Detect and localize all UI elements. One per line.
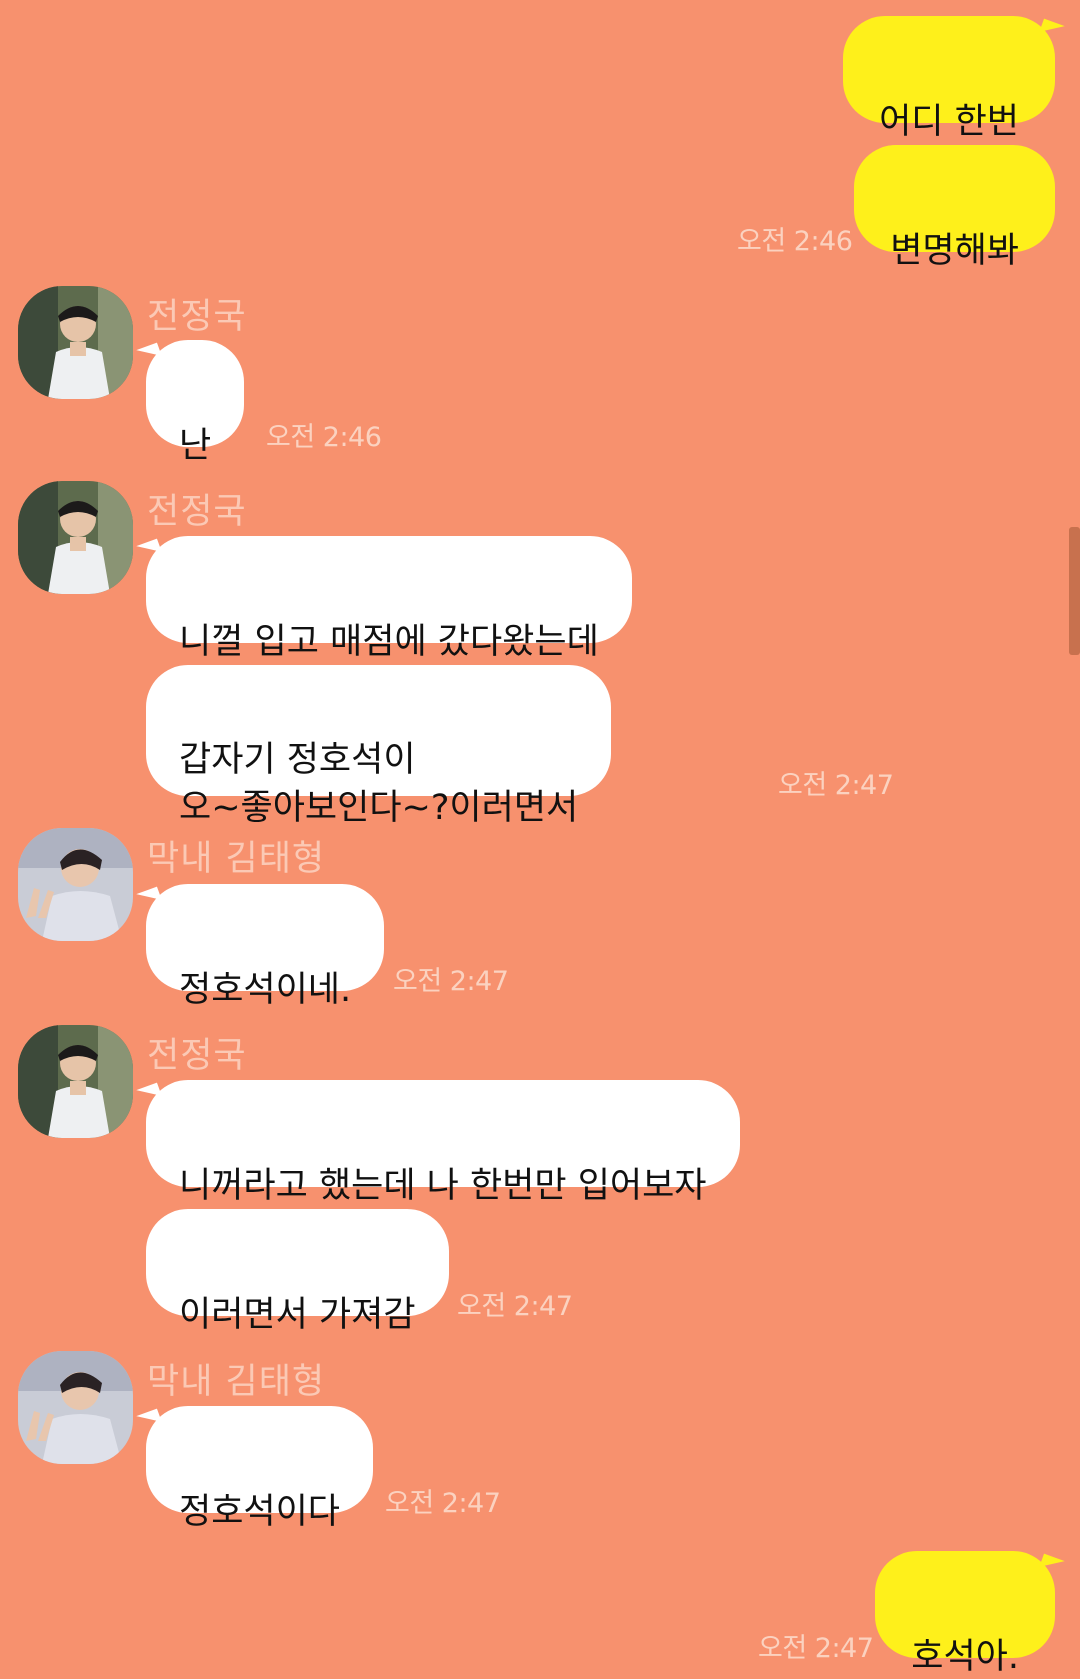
message-text: 정호석이네.: [179, 970, 352, 1010]
message-text: 니껄 입고 매점에 갔다왔는데: [179, 622, 599, 662]
message-text: 어디 한번: [879, 102, 1019, 142]
message-text: 호석아.: [911, 1637, 1019, 1677]
their-message-bubble[interactable]: 니꺼라고 했는데 나 한번만 입어보자: [146, 1080, 740, 1206]
message-text: 난: [179, 426, 212, 466]
message-timestamp: 오전 2:47: [393, 966, 509, 997]
sender-name: 막내 김태형: [147, 839, 326, 879]
chat-screen: 어디 한번 변명해봐 오전 2:46 전정국 난 오전 2:46 전정국 니껄 …: [0, 0, 1080, 1679]
message-timestamp: 오전 2:47: [457, 1291, 573, 1322]
message-timestamp: 오전 2:46: [737, 226, 853, 257]
scrollbar[interactable]: [1069, 527, 1080, 655]
message-text: 갑자기 정호석이 오~좋아보인다~?이러면서: [179, 740, 579, 828]
profile-photo-icon[interactable]: [18, 1351, 133, 1464]
message-timestamp: 오전 2:47: [758, 1633, 874, 1664]
my-message-bubble[interactable]: 변명해봐: [854, 145, 1055, 271]
sender-name: 전정국: [147, 1036, 247, 1076]
my-message-bubble[interactable]: 호석아.: [875, 1551, 1055, 1677]
message-text: 정호석이다: [179, 1492, 341, 1532]
message-timestamp: 오전 2:47: [778, 770, 894, 801]
their-message-bubble[interactable]: 정호석이다: [146, 1406, 374, 1532]
sender-name: 전정국: [147, 492, 247, 532]
their-message-bubble[interactable]: 이러면서 가져감: [146, 1209, 449, 1335]
sender-name: 전정국: [147, 297, 247, 337]
their-message-bubble[interactable]: 정호석이네.: [146, 884, 385, 1010]
their-message-bubble[interactable]: 니껄 입고 매점에 갔다왔는데: [146, 536, 632, 662]
message-text: 니꺼라고 했는데 나 한번만 입어보자: [179, 1166, 707, 1206]
message-text: 이러면서 가져감: [179, 1295, 416, 1335]
sender-name: 막내 김태형: [147, 1362, 326, 1402]
their-message-bubble[interactable]: 난: [146, 340, 245, 466]
message-timestamp: 오전 2:47: [385, 1488, 501, 1519]
their-message-bubble[interactable]: 갑자기 정호석이 오~좋아보인다~?이러면서: [146, 665, 612, 828]
message-text: 변명해봐: [890, 231, 1019, 271]
profile-photo-icon[interactable]: [18, 828, 133, 941]
profile-photo-icon[interactable]: [18, 286, 133, 399]
my-message-bubble[interactable]: 어디 한번: [843, 16, 1055, 142]
profile-photo-icon[interactable]: [18, 481, 133, 594]
message-timestamp: 오전 2:46: [266, 422, 382, 453]
profile-photo-icon[interactable]: [18, 1025, 133, 1138]
